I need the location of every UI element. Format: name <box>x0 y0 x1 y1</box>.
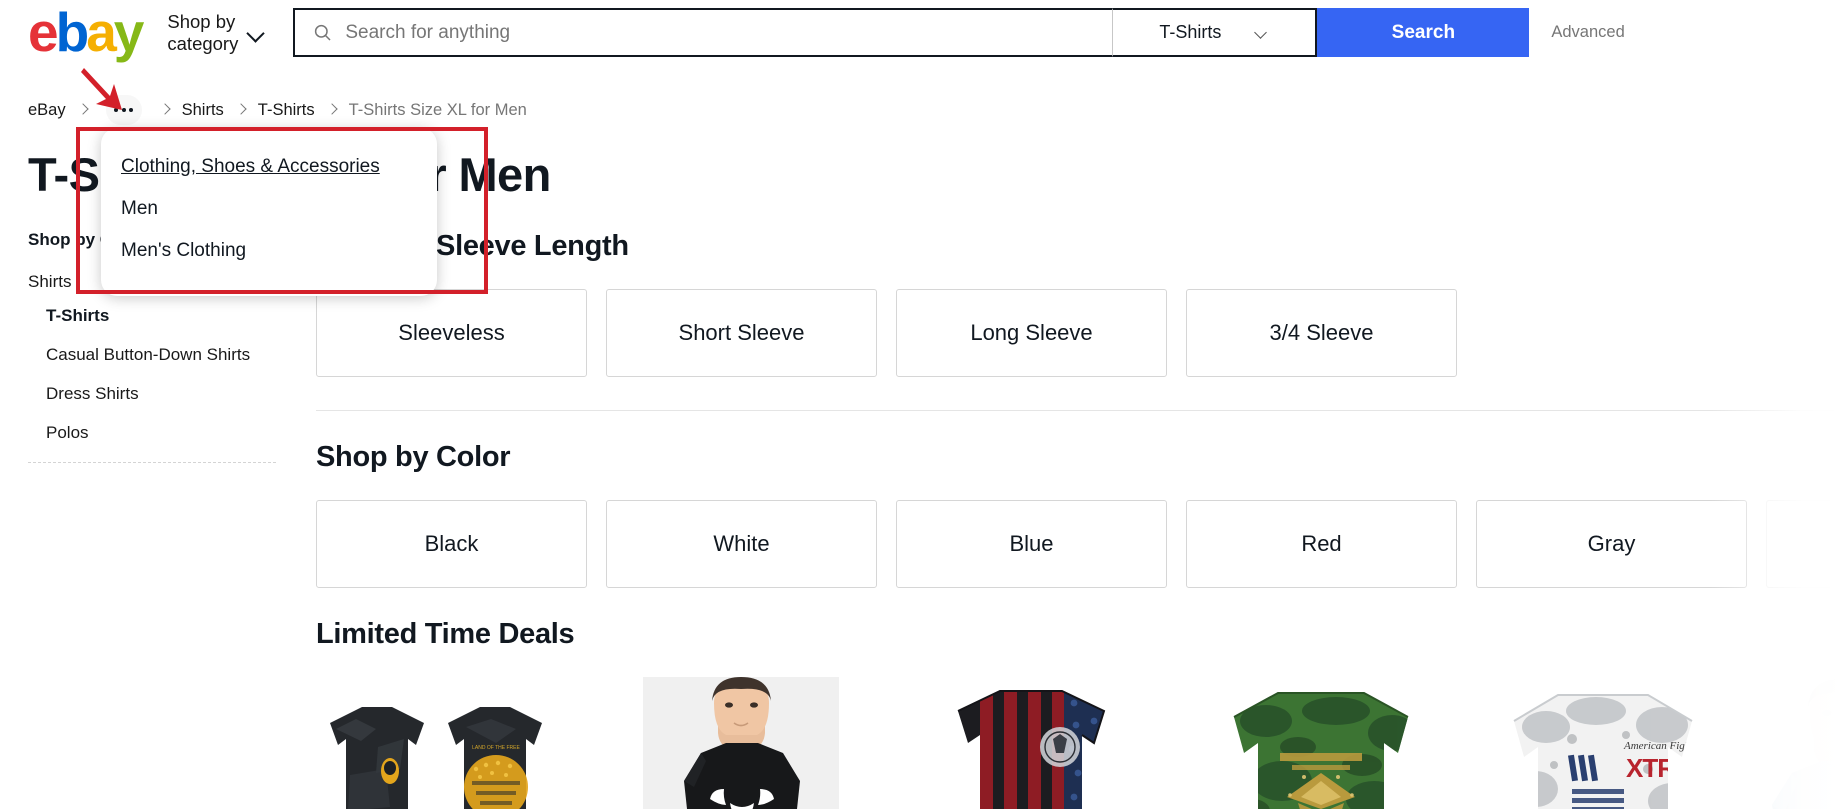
deals-row: LAND OF THE FREE <box>316 677 1841 809</box>
sleeve-card-short-sleeve[interactable]: Short Sleeve <box>606 289 877 377</box>
ebay-logo[interactable]: ebay <box>28 5 141 60</box>
advanced-search-link[interactable]: Advanced <box>1551 23 1624 42</box>
search-bar: T-Shirts Search <box>293 8 1529 57</box>
sidebar: Shop by Category Shirts T-Shirts Casual … <box>28 230 316 809</box>
breadcrumb-separator-icon <box>328 101 336 118</box>
search-category-select[interactable]: T-Shirts <box>1112 8 1317 57</box>
logo-letter-y: y <box>114 5 142 60</box>
breadcrumb-dropdown-item-clothing-shoes-accessories[interactable]: Clothing, Shoes & Accessories <box>101 146 437 188</box>
search-input-wrapper[interactable] <box>293 8 1112 57</box>
logo-letter-e: e <box>28 5 56 60</box>
dot-icon <box>122 108 126 112</box>
deal-card-xtreme-splatter-tee[interactable]: XTREME American Fighter <box>1476 677 1747 809</box>
section-heading-sleeve-length: Shop by Sleeve Length <box>316 230 1841 263</box>
color-card-red[interactable]: Red <box>1186 500 1457 588</box>
section-heading-limited-time-deals: Limited Time Deals <box>316 618 1841 651</box>
section-color: Shop by Color Black White Blue Red Gray … <box>316 441 1841 588</box>
dot-icon <box>114 108 118 112</box>
sidebar-divider <box>28 462 276 463</box>
color-card-black[interactable]: Black <box>316 500 587 588</box>
sidebar-item-t-shirts[interactable]: T-Shirts <box>46 306 286 326</box>
shop-by-category-label: Shop by category <box>167 11 238 55</box>
sidebar-item-dress-shirts[interactable]: Dress Shirts <box>46 384 286 404</box>
breadcrumb-item-current: T-Shirts Size XL for Men <box>349 101 527 120</box>
sleeve-card-long-sleeve[interactable]: Long Sleeve <box>896 289 1167 377</box>
breadcrumb-item-shirts[interactable]: Shirts <box>182 101 224 120</box>
search-input[interactable] <box>345 22 1112 44</box>
section-sleeve-length: Shop by Sleeve Length Sleeveless Short S… <box>316 230 1841 411</box>
product-image-black-camo-gold-skull-tee: LAND OF THE FREE <box>316 677 587 809</box>
site-header: ebay Shop by category T-Shirts Search Ad… <box>0 0 1841 65</box>
page-content: Shop by Category Shirts T-Shirts Casual … <box>0 230 1841 809</box>
chevron-down-icon <box>1255 28 1269 38</box>
breadcrumb-item-tshirts[interactable]: T-Shirts <box>258 101 315 120</box>
deal-card-black-camo-tee[interactable]: LAND OF THE FREE <box>316 677 587 809</box>
breadcrumb-separator-icon <box>79 101 87 118</box>
sleeve-length-card-row: Sleeveless Short Sleeve Long Sleeve 3/4 … <box>316 289 1841 377</box>
search-icon <box>313 23 332 42</box>
search-category-value: T-Shirts <box>1159 22 1221 43</box>
color-card-row: Black White Blue Red Gray Green <box>316 500 1841 588</box>
color-card-green[interactable]: Green <box>1766 500 1841 588</box>
logo-letter-a: a <box>86 5 114 60</box>
sleeve-card-sleeveless[interactable]: Sleeveless <box>316 289 587 377</box>
deal-card-green-graphic-tee[interactable] <box>1186 677 1457 809</box>
breadcrumb-dropdown-item-men[interactable]: Men <box>101 188 437 230</box>
sidebar-item-polos[interactable]: Polos <box>46 423 286 443</box>
section-limited-time-deals: Limited Time Deals <box>316 618 1841 809</box>
breadcrumb-separator-icon <box>161 101 169 118</box>
logo-letter-b: b <box>56 5 87 60</box>
product-image-american-flag-tee <box>896 677 1167 809</box>
dot-icon <box>129 108 133 112</box>
product-image-under-armour-model-tee: UNDER ARMOUR <box>606 677 877 809</box>
product-image-green-graphic-tee <box>1186 677 1457 809</box>
section-heading-color: Shop by Color <box>316 441 1841 474</box>
svg-text:LAND OF THE FREE: LAND OF THE FREE <box>472 745 520 751</box>
breadcrumb-dropdown-item-mens-clothing[interactable]: Men's Clothing <box>101 230 437 272</box>
sidebar-item-casual-button-down-shirts[interactable]: Casual Button-Down Shirts <box>46 345 286 365</box>
breadcrumb-separator-icon <box>237 101 245 118</box>
breadcrumb-item-ebay[interactable]: eBay <box>28 101 66 120</box>
breadcrumb: eBay Shirts T-Shirts T-Shirts Size XL fo… <box>0 95 1841 125</box>
search-button[interactable]: Search <box>1317 8 1529 57</box>
product-image-light-blue-model-tee <box>1766 677 1841 809</box>
color-card-gray[interactable]: Gray <box>1476 500 1747 588</box>
section-divider <box>316 410 1841 411</box>
shop-by-category-button[interactable]: Shop by category <box>167 11 265 55</box>
color-card-blue[interactable]: Blue <box>896 500 1167 588</box>
breadcrumb-dropdown-menu[interactable]: Clothing, Shoes & Accessories Men Men's … <box>101 128 437 296</box>
deal-card-under-armour-tee[interactable]: UNDER ARMOUR <box>606 677 877 809</box>
main-column: Shop by Sleeve Length Sleeveless Short S… <box>316 230 1841 809</box>
deal-card-american-flag-tee[interactable] <box>896 677 1167 809</box>
product-image-xtreme-white-splatter-tee: XTREME American Fighter <box>1476 677 1747 809</box>
color-card-white[interactable]: White <box>606 500 877 588</box>
deal-card-light-blue-tee[interactable] <box>1766 677 1841 809</box>
sleeve-card-three-quarter-sleeve[interactable]: 3/4 Sleeve <box>1186 289 1457 377</box>
breadcrumb-ellipsis-button[interactable] <box>106 95 142 125</box>
chevron-down-icon <box>247 24 265 42</box>
